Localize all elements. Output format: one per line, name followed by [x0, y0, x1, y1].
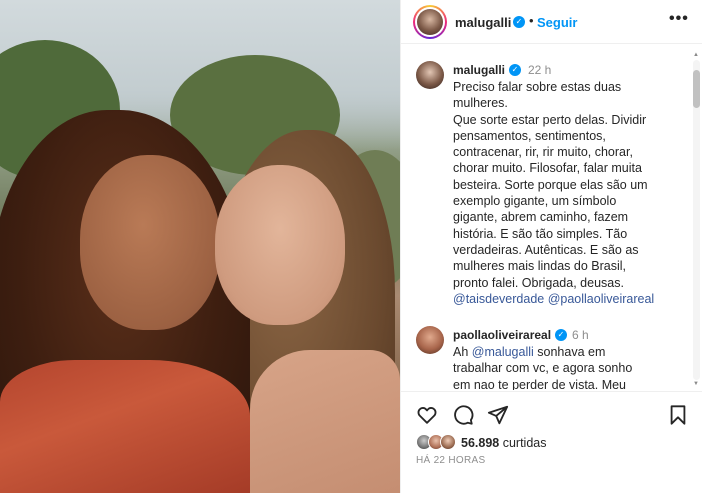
- heart-icon[interactable]: [416, 404, 438, 426]
- comment-prefix: Ah: [453, 345, 472, 359]
- comments-section[interactable]: malugalli ✓ 22 h Preciso falar sobre est…: [401, 45, 702, 390]
- comment-icon[interactable]: [452, 404, 474, 426]
- post-header: malugalli ✓ • Seguir •••: [401, 0, 702, 44]
- caption-line: história. E são tão simples. Tão: [453, 226, 628, 241]
- likes-row[interactable]: 56.898 curtidas: [416, 434, 696, 452]
- comment-line: Ah @malugalli sonhava em: [453, 344, 668, 360]
- caption-line: Preciso falar sobre estas duas: [453, 80, 622, 94]
- more-options-icon[interactable]: •••: [669, 10, 689, 28]
- caption-line: gigante, abrem caminho, fazem: [453, 210, 629, 225]
- caption-username[interactable]: malugalli: [453, 63, 505, 77]
- caption-line: chorar muito. Filosofar, falar muita: [453, 161, 642, 176]
- scroll-down-icon[interactable]: ▼: [693, 381, 699, 387]
- likes-label: curtidas: [499, 436, 547, 450]
- caption-line: pensamentos, sentimentos,: [453, 128, 606, 143]
- likes-count: 56.898: [461, 436, 500, 450]
- caption-line: mulheres.: [453, 96, 508, 111]
- caption-line: exemplo gigante, um símbolo: [453, 194, 617, 209]
- avatar-picture: [417, 9, 443, 35]
- post-photo[interactable]: [0, 0, 400, 493]
- mention-link[interactable]: @taisdeverdade: [453, 292, 544, 306]
- caption-line: verdadeiras. Autênticas. E são as: [453, 242, 639, 257]
- scrollbar-thumb[interactable]: [693, 70, 700, 108]
- author-username[interactable]: malugalli: [455, 15, 511, 30]
- caption-line: mulheres mais lindas do Brasil,: [453, 259, 626, 274]
- commenter-username[interactable]: paollaoliveirareal: [453, 328, 551, 342]
- scrollbar-track[interactable]: [693, 60, 700, 380]
- verified-icon: ✓: [513, 16, 525, 28]
- bookmark-icon[interactable]: [667, 404, 689, 426]
- separator-dot: •: [529, 13, 534, 28]
- photo-shoulder-right: [250, 350, 400, 493]
- follow-button[interactable]: Seguir: [537, 15, 577, 30]
- caption-text: Preciso falar sobre estas duas mulheres.…: [453, 79, 668, 307]
- caption-mentions-line: @taisdeverdade @paollaoliveirareal: [453, 291, 668, 307]
- mention-link[interactable]: @paollaoliveirareal: [548, 292, 655, 306]
- liker-avatar: [440, 434, 456, 450]
- comments-scrollbar[interactable]: [693, 60, 700, 380]
- verified-icon: ✓: [509, 64, 521, 76]
- photo-face-right: [215, 165, 345, 325]
- comment-first-rest: sonhava em: [533, 345, 606, 359]
- caption-line: pronto falei. Obrigada, deusas.: [453, 275, 624, 290]
- caption-line: contracenar, rir, rir muito, chorar,: [453, 145, 633, 160]
- commenter-avatar[interactable]: [416, 326, 444, 354]
- verified-icon: ✓: [555, 329, 567, 341]
- post-panel: malugalli ✓ • Seguir ••• malugalli ✓ 22 …: [400, 0, 702, 493]
- author-avatar[interactable]: [413, 5, 447, 39]
- scroll-up-icon[interactable]: ▲: [693, 52, 699, 58]
- caption-line: besteira. Sorte porque elas são um: [453, 177, 648, 192]
- caption-author-avatar[interactable]: [416, 61, 444, 89]
- photo-dress-left: [0, 360, 250, 493]
- post-actions: 56.898 curtidas HÁ 22 HORAS: [401, 391, 702, 493]
- post-timestamp[interactable]: HÁ 22 HORAS: [416, 455, 485, 466]
- comment-line: trabalhar com vc, e agora sonho: [453, 361, 633, 376]
- likes-text[interactable]: 56.898 curtidas: [461, 436, 546, 450]
- comment-time[interactable]: 6 h: [572, 328, 589, 342]
- caption-line: Que sorte estar perto delas. Dividir: [453, 112, 647, 127]
- comment-text: Ah @malugalli sonhava em trabalhar com v…: [453, 344, 668, 390]
- comment-line: em nao te perder de vista. Meu: [453, 377, 627, 390]
- share-icon[interactable]: [487, 404, 509, 426]
- photo-face-left: [80, 155, 220, 330]
- caption-time[interactable]: 22 h: [528, 63, 551, 77]
- mention-link[interactable]: @malugalli: [472, 345, 534, 359]
